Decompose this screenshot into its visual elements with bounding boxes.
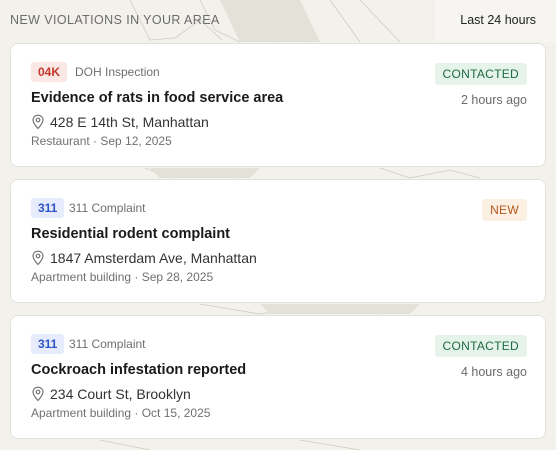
violation-source: DOH Inspection	[75, 65, 160, 79]
map-pin-icon	[32, 250, 44, 266]
map-pin-icon	[32, 386, 44, 402]
address-row: 428 E 14th St, Manhattan	[31, 112, 209, 132]
section-title: NEW VIOLATIONS IN YOUR AREA	[10, 13, 220, 27]
map-pin-icon	[32, 114, 44, 130]
violation-meta: Restaurant · Sep 12, 2025	[31, 134, 172, 148]
address: 428 E 14th St, Manhattan	[50, 114, 209, 130]
status-badge: CONTACTED	[434, 63, 527, 85]
time-ago: 4 hours ago	[460, 365, 527, 379]
address: 1847 Amsterdam Ave, Manhattan	[50, 250, 257, 266]
violation-code-badge: 04K	[31, 62, 68, 82]
violation-title: Evidence of rats in food service area	[31, 90, 284, 106]
violation-title: Residential rodent complaint	[31, 226, 230, 242]
violation-meta: Apartment building · Oct 15, 2025	[31, 406, 211, 420]
violation-card[interactable]: 04K DOH Inspection CONTACTED Evidence of…	[10, 43, 546, 167]
time-ago: 2 hours ago	[460, 93, 527, 107]
address-row: 234 Court St, Brooklyn	[31, 384, 191, 404]
address: 234 Court St, Brooklyn	[50, 386, 191, 402]
address-row: 1847 Amsterdam Ave, Manhattan	[31, 248, 257, 268]
violation-source: 311 Complaint	[69, 337, 146, 351]
violation-source: 311 Complaint	[69, 201, 146, 215]
violation-code-badge: 311	[31, 198, 65, 218]
violation-title: Cockroach infestation reported	[31, 362, 247, 378]
status-badge: NEW	[482, 199, 527, 221]
header: NEW VIOLATIONS IN YOUR AREA Last 24 hour…	[0, 0, 556, 40]
violation-code-badge: 311	[31, 334, 65, 354]
status-badge: CONTACTED	[434, 335, 527, 357]
violation-meta: Apartment building · Sep 28, 2025	[31, 270, 214, 284]
violation-card[interactable]: 311 311 Complaint NEW Residential rodent…	[10, 179, 546, 303]
violation-card[interactable]: 311 311 Complaint CONTACTED Cockroach in…	[10, 315, 546, 439]
time-range-filter[interactable]: Last 24 hours	[450, 8, 546, 32]
